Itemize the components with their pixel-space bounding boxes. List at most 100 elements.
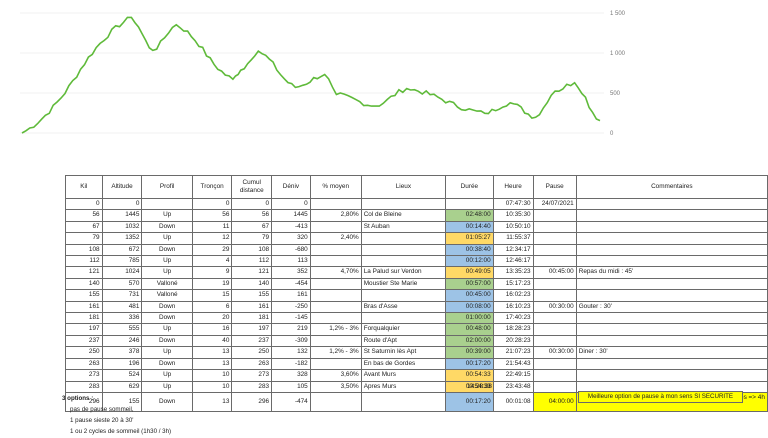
table-cell (532, 220, 577, 234)
table-cell: 00:38:40 (445, 243, 494, 257)
table-row: 250 378 Up 13 250 132 1,2% - 3% St Saturnin lès… (65, 346, 768, 359)
table-cell: 17:40:23 (492, 312, 534, 325)
table-cell (575, 220, 768, 234)
column-header: Pause (532, 175, 577, 199)
table-row: 108 672 Down 29 108 -680 00:38:40 12:34:17 (65, 243, 768, 257)
table-cell (309, 357, 362, 371)
table-cell: 112 (231, 255, 273, 268)
table-cell: Bras d'Asse (360, 300, 447, 314)
best-option-note: Meilleure option de pause à mon sens SI … (578, 391, 743, 403)
table-cell: 00:30:00 (532, 346, 577, 359)
table-body: 0 0 0 0 0 07:47:30 24/07/2021 56 1445 Up 56 56 1445 2… (65, 197, 768, 412)
table-cell (575, 209, 768, 222)
table-cell: 24/07/2021 (532, 197, 577, 211)
table-cell (532, 243, 577, 257)
table-cell: 283 (65, 380, 103, 393)
table-row: 155 731 Valloné 15 155 161 00:45:00 16:02:23 (65, 289, 768, 302)
table-cell: 320 (271, 232, 311, 245)
table-cell: 273 (65, 369, 103, 382)
table-cell: 56 (191, 209, 233, 222)
table-cell: 197 (65, 323, 103, 336)
table-cell (309, 289, 362, 302)
table-cell: 12 (191, 232, 233, 245)
table-cell (575, 369, 768, 382)
table-row: 273 524 Up 10 273 328 3,60% Avant Murs 00:54:33 2… (65, 369, 768, 382)
table-cell: 121 (231, 266, 273, 279)
table-row: 79 1352 Up 12 79 320 2,40% 01:05:27 11:55:37 (65, 232, 768, 245)
table-row: 161 481 Down 6 161 -250 Bras d'Asse 00:08:00 16:… (65, 300, 768, 314)
table-cell: 00:54:33 (445, 369, 494, 382)
table-row: 263 196 Down 13 263 -182 En bas de Gordes 00:17… (65, 357, 768, 371)
table-cell: 79 (65, 232, 103, 245)
table-cell: 237 (65, 334, 103, 348)
table-cell: 336 (101, 312, 143, 325)
table-cell: Up (141, 380, 193, 393)
table-cell (309, 312, 362, 325)
table-cell: 11 (191, 220, 233, 234)
table-cell: 1445 (271, 209, 311, 222)
table-cell: 29 (191, 243, 233, 257)
table-cell: 79 (231, 232, 273, 245)
table-cell: 10:50:10 (492, 220, 534, 234)
column-header: Déniv (271, 175, 311, 199)
table-cell: 1352 (101, 232, 143, 245)
table-cell: 67 (231, 220, 273, 234)
table-cell (532, 323, 577, 336)
column-header: Tronçon (191, 175, 233, 199)
column-header: % moyen (309, 175, 362, 199)
table-cell: 0 (271, 197, 311, 211)
table-cell: 155 (65, 289, 103, 302)
table-cell (309, 243, 362, 257)
table-cell: 00:12:00 (445, 255, 494, 268)
table-cell: 11:55:37 (492, 232, 534, 245)
table-cell (360, 232, 447, 245)
table-cell (575, 277, 768, 291)
table-cell: 108 (231, 243, 273, 257)
table-cell: 219 (271, 323, 311, 336)
table-cell: 1032 (101, 220, 143, 234)
table-cell (360, 391, 447, 412)
table-cell: 0 (231, 197, 273, 211)
table-cell (360, 197, 447, 211)
table-cell: La Palud sur Verdon (360, 266, 447, 279)
table-cell: 352 (271, 266, 311, 279)
table-row: 56 1445 Up 56 56 1445 2,80% Col de Bleine 02:48:… (65, 209, 768, 222)
table-cell: 197 (231, 323, 273, 336)
table-cell: Avant Murs (360, 369, 447, 382)
table-cell: 570 (101, 277, 143, 291)
table-cell: Down (141, 334, 193, 348)
table-cell: Down (141, 220, 193, 234)
table-cell: St Saturnin lès Apt (360, 346, 447, 359)
table-cell: 07:47:30 (492, 197, 534, 211)
table-cell (309, 300, 362, 314)
table-cell: 196 (101, 357, 143, 371)
table-cell (309, 220, 362, 234)
table-cell: 56 (65, 209, 103, 222)
table-cell: 629 (101, 380, 143, 393)
table-cell: Up (141, 255, 193, 268)
table-row: 197 555 Up 16 197 219 1,2% - 3% Forqualquier 00:… (65, 323, 768, 336)
table-cell: 04:00:00 (532, 391, 577, 412)
table-cell (141, 197, 193, 211)
table-cell (532, 209, 577, 222)
table-cell: 20:28:23 (492, 334, 534, 348)
notes-title: 3 options : (62, 395, 94, 402)
table-cell: -250 (271, 300, 311, 314)
table-cell: 16:02:23 (492, 289, 534, 302)
table-cell: 12:34:17 (492, 243, 534, 257)
table-row: 237 246 Down 40 237 -309 Route d'Apt 02:00:00 20… (65, 334, 768, 348)
table-cell: 1,2% - 3% (309, 346, 362, 359)
table-cell: Valloné (141, 289, 193, 302)
table-cell: 0 (101, 197, 143, 211)
table-cell: 12:46:17 (492, 255, 534, 268)
column-header: Altitude (101, 175, 143, 199)
table-cell (309, 277, 362, 291)
table-cell: 15 (191, 289, 233, 302)
table-cell: Route d'Apt (360, 334, 447, 348)
table-cell: 121 (65, 266, 103, 279)
column-header: Profil (141, 175, 193, 199)
table-cell: 0 (65, 197, 103, 211)
table-cell (575, 255, 768, 268)
total-duration: 14:28:38 (467, 383, 492, 390)
table-row: 140 570 Valloné 19 140 -454 Moustier Ste Marie… (65, 277, 768, 291)
